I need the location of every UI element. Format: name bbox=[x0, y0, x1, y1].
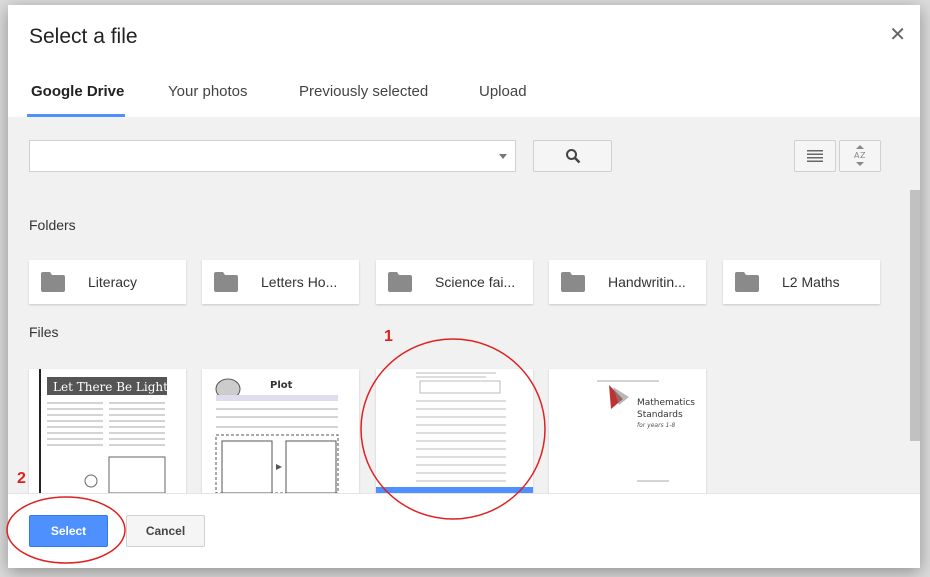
folder-name: Science fai... bbox=[435, 274, 516, 290]
search-button[interactable] bbox=[533, 140, 612, 172]
list-view-button[interactable] bbox=[794, 140, 836, 172]
document-preview-image: Mathematics Standards for years 1-8 bbox=[597, 380, 695, 482]
tab-google-drive[interactable]: Google Drive bbox=[27, 83, 128, 110]
file-thumbnail[interactable]: Plot bbox=[202, 369, 359, 493]
cancel-button[interactable]: Cancel bbox=[126, 515, 205, 547]
tab-your-photos[interactable]: Your photos bbox=[164, 83, 252, 110]
dialog-footer: Select Cancel bbox=[8, 493, 920, 568]
document-preview-image: Let There Be Light bbox=[39, 369, 168, 493]
toolbar: A Z bbox=[8, 117, 920, 190]
file-picker-dialog: Select a file ✕ Google Drive Your photos… bbox=[8, 5, 920, 568]
folder-item[interactable]: Handwritin... bbox=[549, 260, 706, 304]
folder-item[interactable]: Science fai... bbox=[376, 260, 533, 304]
annotation-marker-2: 2 bbox=[17, 470, 26, 487]
search-options-chevron-down-icon[interactable] bbox=[499, 154, 507, 159]
folder-name: Literacy bbox=[88, 274, 138, 290]
annotation-marker-1: 1 bbox=[384, 328, 393, 345]
tab-upload[interactable]: Upload bbox=[475, 83, 531, 110]
select-button[interactable]: Select bbox=[29, 515, 108, 547]
document-preview-image bbox=[416, 372, 506, 482]
close-icon[interactable]: ✕ bbox=[889, 25, 906, 45]
sort-az-icon: A Z bbox=[854, 145, 866, 166]
document-preview-image: Plot bbox=[215, 378, 339, 493]
folder-item[interactable]: Literacy bbox=[29, 260, 186, 304]
folder-icon bbox=[735, 272, 759, 292]
svg-text:Standards: Standards bbox=[637, 410, 683, 420]
tab-previously-selected[interactable]: Previously selected bbox=[295, 83, 432, 110]
folder-name: L2 Maths bbox=[782, 274, 840, 290]
folder-item[interactable]: Letters Ho... bbox=[202, 260, 359, 304]
file-thumbnail[interactable]: Mathematics Standards for years 1-8 bbox=[549, 369, 706, 493]
folder-icon bbox=[561, 272, 585, 292]
search-icon bbox=[565, 149, 580, 164]
file-title-text: Let There Be Light bbox=[53, 380, 168, 394]
folder-icon bbox=[214, 272, 238, 292]
file-title-text: Mathematics bbox=[637, 398, 695, 408]
picker-body: A Z Folders Literacy Letters Ho... Scien… bbox=[8, 117, 920, 493]
search-input[interactable] bbox=[30, 141, 515, 171]
folder-name: Handwritin... bbox=[608, 274, 686, 290]
tab-bar: Google Drive Your photos Previously sele… bbox=[8, 75, 920, 117]
file-title-text: Plot bbox=[270, 380, 293, 391]
file-subtitle-text: for years 1-8 bbox=[637, 422, 676, 429]
list-view-icon bbox=[807, 150, 823, 162]
scrollbar-thumb[interactable] bbox=[910, 190, 920, 441]
search-field[interactable] bbox=[29, 140, 516, 172]
file-thumbnail-selected[interactable] bbox=[376, 369, 533, 493]
sort-button[interactable]: A Z bbox=[839, 140, 881, 172]
folder-icon bbox=[41, 272, 65, 292]
content-scroll-area[interactable]: Folders Literacy Letters Ho... Science f… bbox=[8, 190, 920, 493]
files-heading: Files bbox=[29, 324, 59, 340]
svg-text:Z: Z bbox=[860, 151, 866, 160]
folders-heading: Folders bbox=[29, 217, 76, 233]
file-thumbnail[interactable]: Let There Be Light bbox=[29, 369, 186, 493]
folder-icon bbox=[388, 272, 412, 292]
folder-name: Letters Ho... bbox=[261, 274, 338, 290]
folder-item[interactable]: L2 Maths bbox=[723, 260, 880, 304]
dialog-title: Select a file bbox=[29, 25, 138, 48]
